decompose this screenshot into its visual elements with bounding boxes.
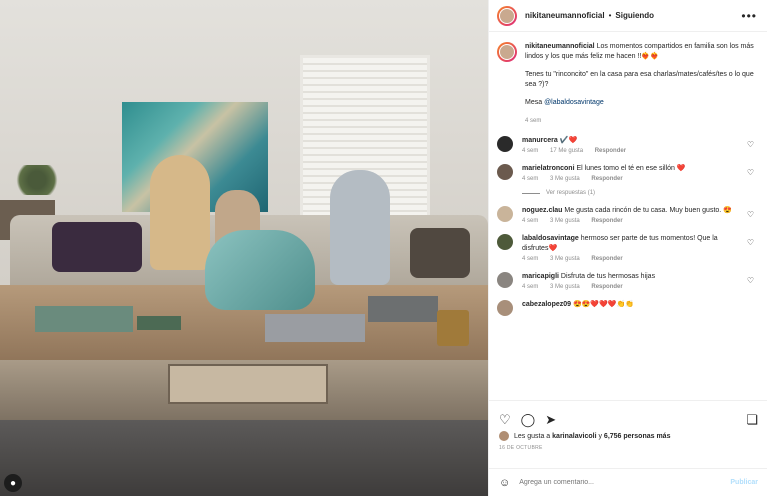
comment-item: maricapigli Disfruta de tus hermosas hij… — [497, 272, 758, 290]
avatar[interactable] — [499, 431, 509, 441]
photo-book — [137, 316, 181, 330]
comment-item: labaldosavintage hermoso ser parte de tu… — [497, 234, 758, 262]
comment-likes[interactable]: 3 Me gusta — [550, 256, 580, 262]
comment-text: 😍😍❤️❤️❤️👏👏 — [572, 301, 634, 308]
avatar[interactable] — [497, 42, 517, 62]
comment-item: manurcera ✔️❤️ 4 sem 17 Me gusta Respond… — [497, 136, 758, 154]
likes-count[interactable]: 6,756 personas más — [604, 433, 671, 440]
comment-username[interactable]: maricapigli — [522, 273, 559, 280]
caption-time[interactable]: 4 sem — [525, 118, 541, 124]
comment-username[interactable]: manurcera — [522, 137, 558, 144]
comment-icon[interactable]: ◯ — [521, 412, 536, 428]
photo-floor — [0, 420, 488, 496]
comment-likes[interactable]: 3 Me gusta — [550, 218, 580, 224]
caption-text: Tenes tu "rinconcito" en la casa para es… — [525, 71, 754, 88]
following-button[interactable]: Siguiendo — [615, 11, 654, 20]
likes-middle: y — [598, 432, 602, 440]
photo-drawer — [168, 364, 328, 404]
emoji-icon[interactable]: ☺ — [499, 477, 510, 489]
reply-button[interactable]: Responder — [591, 176, 622, 182]
comment-input[interactable] — [519, 479, 731, 486]
reply-button[interactable]: Responder — [591, 284, 622, 290]
comment-username[interactable]: noguez.clau — [522, 207, 562, 214]
comment-text: ✔️❤️ — [559, 137, 578, 144]
avatar[interactable] — [497, 234, 513, 250]
reply-button[interactable]: Responder — [591, 218, 622, 224]
comment-text: Me gusta cada rincón de tu casa. Muy bue… — [564, 207, 732, 214]
post-header: nikitaneumannoficial • Siguiendo ••• — [489, 0, 767, 32]
comment-likes[interactable]: 17 Me gusta — [550, 148, 583, 154]
caption: nikitaneumannoficial Los momentos compar… — [497, 42, 758, 126]
header-username[interactable]: nikitaneumannoficial — [525, 11, 605, 20]
post-sidebar: nikitaneumannoficial • Siguiendo ••• nik… — [488, 0, 767, 496]
photo-person — [330, 170, 390, 285]
photo-plant — [12, 165, 62, 195]
comment-time[interactable]: 4 sem — [522, 148, 538, 154]
comment-item: noguez.clau Me gusta cada rincón de tu c… — [497, 206, 758, 224]
header-separator: • — [608, 11, 612, 20]
reply-button[interactable]: Responder — [591, 256, 622, 262]
photo-cup — [437, 310, 469, 346]
view-replies-button[interactable]: Ver respuestas (1) — [522, 190, 758, 196]
more-horizontal-icon[interactable]: ••• — [741, 9, 757, 23]
caption-username[interactable]: nikitaneumannoficial — [525, 43, 595, 50]
photo-pillow — [410, 228, 470, 278]
comment-item: cabezalopez09 😍😍❤️❤️❤️👏👏 — [497, 300, 758, 316]
comment-username[interactable]: marielatronconi — [522, 165, 575, 172]
photo-book — [35, 306, 133, 332]
heart-icon[interactable]: ♡ — [747, 238, 754, 247]
avatar[interactable] — [497, 164, 513, 180]
post-photo[interactable]: ● — [0, 0, 488, 496]
likes-user[interactable]: karinalavicoli — [552, 433, 596, 440]
heart-icon[interactable]: ♡ — [499, 412, 511, 428]
photo-person — [150, 155, 210, 270]
reply-button[interactable]: Responder — [595, 148, 626, 154]
avatar[interactable] — [497, 206, 513, 222]
heart-icon[interactable]: ♡ — [747, 276, 754, 285]
photo-statue — [205, 230, 315, 310]
publish-button[interactable]: Publicar — [730, 479, 758, 486]
heart-icon[interactable]: ♡ — [747, 210, 754, 219]
comment-time[interactable]: 4 sem — [522, 284, 538, 290]
photo-book — [265, 314, 365, 342]
heart-icon[interactable]: ♡ — [747, 168, 754, 177]
user-tag-icon[interactable]: ● — [4, 474, 22, 492]
view-replies-label: Ver respuestas (1) — [546, 190, 596, 196]
comment-time[interactable]: 4 sem — [522, 256, 538, 262]
comment-username[interactable]: cabezalopez09 — [522, 301, 571, 308]
comments-area[interactable]: nikitaneumannoficial Los momentos compar… — [489, 34, 767, 396]
caption-mesa-label: Mesa — [525, 99, 543, 106]
caption-mention-link[interactable]: @labaldosavintage — [544, 99, 604, 106]
comment-text: El lunes tomo el té en ese sillón ❤️ — [576, 165, 686, 172]
photo-pillow — [52, 222, 142, 272]
post-actions: ♡ ◯ ➤ ❏ Les gusta a karinalavicoli y 6,7… — [489, 400, 767, 496]
likes-prefix: Les gusta a — [514, 432, 551, 440]
comment-username[interactable]: labaldosavintage — [522, 235, 579, 242]
avatar[interactable] — [497, 5, 517, 26]
comment-likes[interactable]: 3 Me gusta — [550, 284, 580, 290]
post-date: 16 DE OCTUBRE — [499, 445, 543, 451]
heart-icon[interactable]: ♡ — [747, 140, 754, 149]
comment-time[interactable]: 4 sem — [522, 218, 538, 224]
comment-time[interactable]: 4 sem — [522, 176, 538, 182]
comment-form: ☺ Publicar — [489, 468, 767, 496]
bookmark-icon[interactable]: ❏ — [746, 412, 758, 428]
avatar[interactable] — [497, 300, 513, 316]
avatar[interactable] — [497, 272, 513, 288]
share-icon[interactable]: ➤ — [545, 412, 556, 428]
likes-summary: Les gusta a karinalavicoli y 6,756 perso… — [489, 431, 767, 441]
comment-text: Disfruta de tus hermosas hijas — [560, 273, 656, 280]
comment-item: marielatronconi El lunes tomo el té en e… — [497, 164, 758, 182]
avatar[interactable] — [497, 136, 513, 152]
comment-likes[interactable]: 3 Me gusta — [550, 176, 580, 182]
photo-tray — [368, 296, 438, 322]
